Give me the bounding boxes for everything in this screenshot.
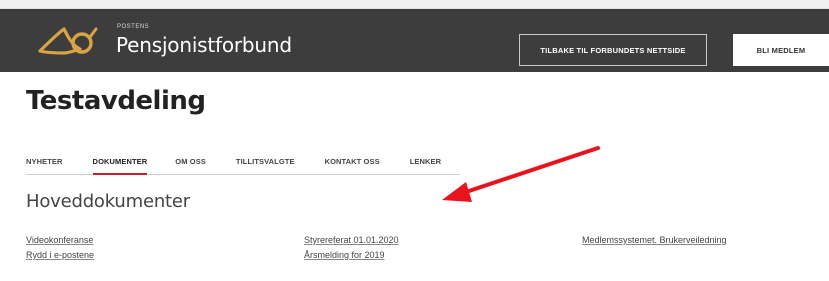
- post-horn-icon[interactable]: [38, 23, 98, 59]
- document-link-medlemssystemet[interactable]: Medlemssystemet. Brukerveiledning: [582, 235, 727, 245]
- tab-tillitsvalgte[interactable]: TILLITSVALGTE: [236, 157, 295, 174]
- brand-name[interactable]: Pensjonistforbund: [116, 33, 292, 57]
- tab-lenker[interactable]: LENKER: [410, 157, 441, 174]
- site-header: POSTENS Pensjonistforbund TILBAKE TIL FO…: [0, 9, 829, 72]
- section-heading: Hoveddokumenter: [26, 191, 190, 212]
- document-link-arsmelding[interactable]: Årsmelding for 2019: [304, 250, 385, 260]
- section-tabs: NYHETER DOKUMENTER OM OSS TILLITSVALGTE …: [26, 157, 460, 175]
- tab-kontakt-oss[interactable]: KONTAKT OSS: [325, 157, 380, 174]
- document-link-rydd-i-e-postene[interactable]: Rydd i e-postene: [26, 250, 94, 260]
- become-member-button[interactable]: BLI MEDLEM: [733, 34, 829, 66]
- document-link-videokonferanse[interactable]: Videokonferanse: [26, 235, 93, 245]
- brand-tagline: POSTENS: [117, 24, 150, 30]
- page-title: Testavdeling: [26, 86, 206, 116]
- back-to-federation-button[interactable]: TILBAKE TIL FORBUNDETS NETTSIDE: [519, 34, 707, 66]
- document-link-styrereferat[interactable]: Styrereferat 01.01.2020: [304, 235, 399, 245]
- tab-dokumenter[interactable]: DOKUMENTER: [92, 157, 148, 175]
- tab-nyheter[interactable]: NYHETER: [26, 157, 63, 174]
- red-arrow-icon: [442, 146, 600, 202]
- tab-om-oss[interactable]: OM OSS: [175, 157, 206, 174]
- browser-top-bar: [0, 0, 829, 9]
